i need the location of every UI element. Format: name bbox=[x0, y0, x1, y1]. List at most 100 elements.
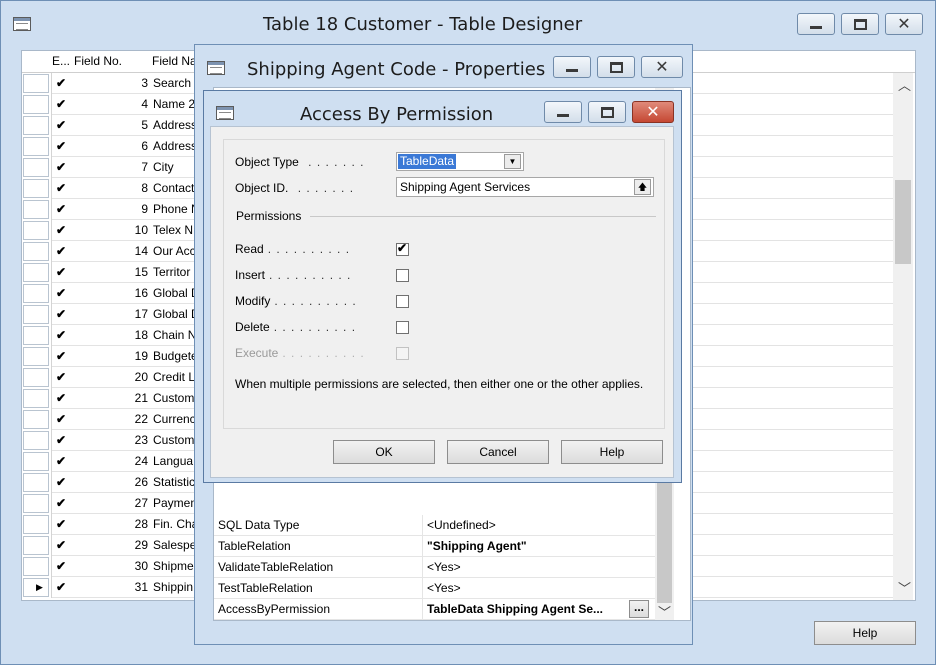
row-selector-box[interactable] bbox=[23, 452, 49, 471]
field-no-cell[interactable]: 22 bbox=[74, 409, 148, 430]
property-name[interactable]: TableRelation bbox=[218, 536, 423, 557]
row-selector-box[interactable] bbox=[23, 515, 49, 534]
ok-button[interactable]: OK bbox=[333, 440, 435, 464]
property-row[interactable]: ValidateTableRelation <Yes> bbox=[214, 557, 655, 578]
assist-edit-button[interactable]: ... bbox=[629, 600, 649, 618]
enabled-check-icon[interactable]: ✔ bbox=[56, 220, 72, 241]
field-no-cell[interactable]: 10 bbox=[74, 220, 148, 241]
row-selector-box[interactable] bbox=[23, 368, 49, 387]
enabled-check-icon[interactable]: ✔ bbox=[56, 514, 72, 535]
dialog-close-button[interactable]: ✕ bbox=[632, 101, 674, 123]
enabled-check-icon[interactable]: ✔ bbox=[56, 262, 72, 283]
field-no-cell[interactable]: 29 bbox=[74, 535, 148, 556]
field-no-cell[interactable]: 28 bbox=[74, 514, 148, 535]
row-selector[interactable] bbox=[22, 367, 52, 388]
row-selector[interactable] bbox=[22, 409, 52, 430]
column-header-field-no[interactable]: Field No. bbox=[74, 51, 148, 72]
lookup-arrow-icon[interactable]: 🡅 bbox=[634, 179, 651, 195]
dialog-minimize-button[interactable] bbox=[544, 101, 582, 123]
field-no-cell[interactable]: 7 bbox=[74, 157, 148, 178]
row-selector-box[interactable] bbox=[23, 74, 49, 93]
property-name[interactable]: TestTableRelation bbox=[218, 578, 423, 599]
enabled-check-icon[interactable]: ✔ bbox=[56, 451, 72, 472]
row-selector[interactable] bbox=[22, 430, 52, 451]
row-selector-box[interactable] bbox=[23, 263, 49, 282]
field-no-cell[interactable]: 4 bbox=[74, 94, 148, 115]
enabled-check-icon[interactable]: ✔ bbox=[56, 493, 72, 514]
enabled-check-icon[interactable]: ✔ bbox=[56, 535, 72, 556]
row-selector-box[interactable] bbox=[23, 494, 49, 513]
scroll-down-icon[interactable]: ﹀ bbox=[658, 602, 671, 620]
scroll-down-icon[interactable]: ﹀ bbox=[898, 578, 911, 597]
permission-insert-checkbox[interactable] bbox=[396, 269, 409, 282]
row-selector[interactable] bbox=[22, 535, 52, 556]
grid-scroll-thumb[interactable] bbox=[895, 180, 911, 264]
properties-maximize-button[interactable] bbox=[597, 56, 635, 78]
dialog-help-button[interactable]: Help bbox=[561, 440, 663, 464]
row-selector[interactable] bbox=[22, 220, 52, 241]
row-selector-box[interactable] bbox=[23, 410, 49, 429]
property-value[interactable]: "Shipping Agent" bbox=[427, 536, 627, 557]
property-name[interactable]: AccessByPermission bbox=[218, 599, 423, 620]
enabled-check-icon[interactable]: ✔ bbox=[56, 409, 72, 430]
property-row[interactable]: TestTableRelation <Yes> bbox=[214, 578, 655, 599]
row-selector[interactable] bbox=[22, 241, 52, 262]
property-row[interactable]: ExtendedDatatype <None> bbox=[214, 620, 655, 621]
row-selector[interactable] bbox=[22, 493, 52, 514]
row-selector-box[interactable] bbox=[23, 473, 49, 492]
enabled-check-icon[interactable]: ✔ bbox=[56, 178, 72, 199]
row-selector-box[interactable] bbox=[23, 326, 49, 345]
enabled-check-icon[interactable]: ✔ bbox=[56, 199, 72, 220]
grid-scrollbar[interactable]: ︿ ﹀ bbox=[893, 73, 913, 600]
properties-minimize-button[interactable] bbox=[553, 56, 591, 78]
property-name[interactable]: ExtendedDatatype bbox=[218, 620, 423, 621]
enabled-check-icon[interactable]: ✔ bbox=[56, 304, 72, 325]
row-selector[interactable] bbox=[22, 472, 52, 493]
enabled-check-icon[interactable]: ✔ bbox=[56, 283, 72, 304]
enabled-check-icon[interactable]: ✔ bbox=[56, 73, 72, 94]
enabled-check-icon[interactable]: ✔ bbox=[56, 136, 72, 157]
row-selector-box[interactable] bbox=[23, 116, 49, 135]
chevron-down-icon[interactable]: ▼ bbox=[504, 154, 521, 169]
row-selector[interactable] bbox=[22, 325, 52, 346]
main-maximize-button[interactable] bbox=[841, 13, 879, 35]
enabled-check-icon[interactable]: ✔ bbox=[56, 577, 72, 598]
row-selector-box[interactable] bbox=[23, 389, 49, 408]
row-selector[interactable] bbox=[22, 451, 52, 472]
field-no-cell[interactable]: 21 bbox=[74, 388, 148, 409]
property-row[interactable]: TableRelation "Shipping Agent" bbox=[214, 536, 655, 557]
main-minimize-button[interactable] bbox=[797, 13, 835, 35]
property-value[interactable]: <Yes> bbox=[427, 578, 627, 599]
cancel-button[interactable]: Cancel bbox=[447, 440, 549, 464]
row-selector[interactable] bbox=[22, 73, 52, 94]
main-help-button[interactable]: Help bbox=[814, 621, 916, 645]
enabled-check-icon[interactable]: ✔ bbox=[56, 346, 72, 367]
row-selector-box[interactable] bbox=[23, 158, 49, 177]
permission-delete-checkbox[interactable] bbox=[396, 321, 409, 334]
enabled-check-icon[interactable]: ✔ bbox=[56, 556, 72, 577]
column-header-enabled[interactable]: E... bbox=[52, 51, 74, 72]
row-selector[interactable] bbox=[22, 94, 52, 115]
row-selector-box[interactable] bbox=[23, 200, 49, 219]
row-selector-box[interactable] bbox=[23, 284, 49, 303]
row-selector-box[interactable] bbox=[23, 242, 49, 261]
row-selector-box[interactable] bbox=[23, 179, 49, 198]
scroll-up-icon[interactable]: ︿ bbox=[898, 75, 911, 94]
row-selector[interactable] bbox=[22, 346, 52, 367]
property-row[interactable]: SQL Data Type <Undefined> bbox=[214, 515, 655, 536]
row-selector[interactable] bbox=[22, 178, 52, 199]
property-value[interactable]: TableData Shipping Agent Se... bbox=[427, 599, 627, 620]
field-no-cell[interactable]: 9 bbox=[74, 199, 148, 220]
row-selector[interactable] bbox=[22, 262, 52, 283]
permission-read-checkbox[interactable]: ✔ bbox=[396, 241, 409, 256]
row-selector[interactable] bbox=[22, 304, 52, 325]
main-close-button[interactable]: ✕ bbox=[885, 13, 923, 35]
row-selector[interactable] bbox=[22, 514, 52, 535]
field-no-cell[interactable]: 18 bbox=[74, 325, 148, 346]
enabled-check-icon[interactable]: ✔ bbox=[56, 472, 72, 493]
row-selector-box[interactable] bbox=[23, 536, 49, 555]
object-type-select[interactable]: TableData ▼ bbox=[396, 152, 524, 171]
enabled-check-icon[interactable]: ✔ bbox=[56, 157, 72, 178]
field-no-cell[interactable]: 14 bbox=[74, 241, 148, 262]
field-no-cell[interactable]: 16 bbox=[74, 283, 148, 304]
